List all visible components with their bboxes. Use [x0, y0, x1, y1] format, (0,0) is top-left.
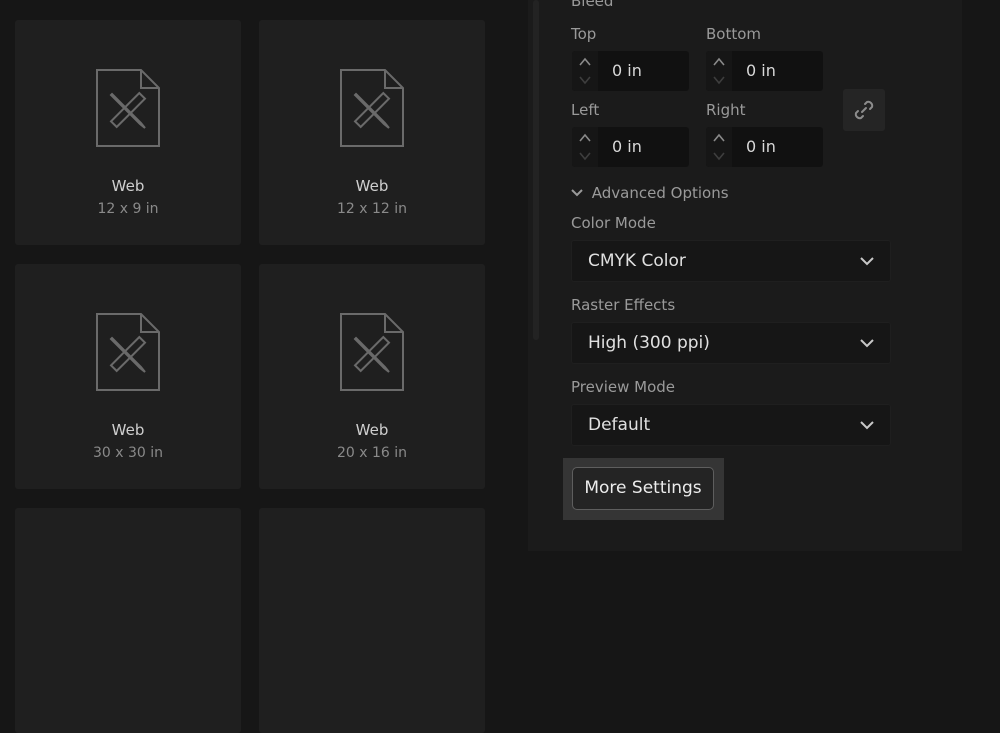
scrollbar-thumb[interactable] — [533, 0, 539, 340]
preset-size: 12 x 9 in — [97, 201, 159, 217]
raster-effects-select[interactable]: High (300 ppi) — [571, 322, 891, 364]
chevron-up-icon[interactable] — [579, 57, 591, 67]
link-bleed-button[interactable] — [843, 89, 885, 131]
advanced-options-toggle[interactable]: Advanced Options — [571, 184, 729, 202]
top-label: Top — [571, 25, 597, 43]
chevron-down-icon — [860, 339, 874, 348]
chevron-down-icon[interactable] — [713, 151, 725, 161]
color-mode-value: CMYK Color — [588, 251, 686, 271]
preset-name: Web — [111, 177, 145, 195]
preset-name: Web — [111, 421, 145, 439]
preset-name: Web — [355, 177, 389, 195]
chevron-up-icon[interactable] — [579, 133, 591, 143]
bleed-right-value[interactable]: 0 in — [746, 137, 776, 156]
stepper-arrows — [572, 127, 598, 167]
window-edge — [962, 0, 1000, 551]
more-settings-button[interactable]: More Settings — [572, 467, 714, 510]
document-icon — [96, 69, 160, 147]
color-mode-select[interactable]: CMYK Color — [571, 240, 891, 282]
advanced-options-label: Advanced Options — [591, 184, 729, 202]
bleed-top-stepper[interactable]: 0 in — [572, 51, 689, 91]
document-icon — [340, 69, 404, 147]
bleed-left-stepper[interactable]: 0 in — [572, 127, 689, 167]
right-label: Right — [706, 101, 746, 119]
preset-card[interactable] — [15, 508, 241, 733]
preset-card[interactable]: Web 30 x 30 in — [15, 264, 241, 489]
chevron-down-icon — [860, 257, 874, 266]
chevron-down-icon — [571, 189, 583, 197]
preset-card[interactable]: Web 12 x 12 in — [259, 20, 485, 245]
chevron-up-icon[interactable] — [713, 133, 725, 143]
preset-card[interactable]: Web 12 x 9 in — [15, 20, 241, 245]
preset-card[interactable]: Web 20 x 16 in — [259, 264, 485, 489]
chevron-up-icon[interactable] — [713, 57, 725, 67]
raster-effects-label: Raster Effects — [571, 296, 676, 314]
document-icon — [96, 313, 160, 391]
bleed-bottom-value[interactable]: 0 in — [746, 61, 776, 80]
preset-card[interactable] — [259, 508, 485, 733]
stepper-arrows — [572, 51, 598, 91]
bleed-top-value[interactable]: 0 in — [612, 61, 642, 80]
preset-size: 12 x 12 in — [336, 201, 408, 217]
color-mode-label: Color Mode — [571, 214, 656, 232]
preview-mode-value: Default — [588, 415, 651, 435]
chevron-down-icon — [860, 421, 874, 430]
preview-mode-select[interactable]: Default — [571, 404, 891, 446]
stepper-arrows — [706, 51, 732, 91]
chevron-down-icon[interactable] — [579, 151, 591, 161]
preset-size: 20 x 16 in — [336, 445, 408, 461]
bottom-label: Bottom — [706, 25, 762, 43]
bleed-right-stepper[interactable]: 0 in — [706, 127, 823, 167]
bleed-section-label: Bleed — [571, 0, 614, 10]
bleed-bottom-stepper[interactable]: 0 in — [706, 51, 823, 91]
presets-panel: Web 12 x 9 in Web 12 x 12 in Web 30 x 30… — [0, 0, 528, 733]
preset-size: 30 x 30 in — [92, 445, 164, 461]
preview-mode-label: Preview Mode — [571, 378, 676, 396]
chevron-down-icon[interactable] — [713, 75, 725, 85]
bleed-left-value[interactable]: 0 in — [612, 137, 642, 156]
preset-name: Web — [355, 421, 389, 439]
link-icon — [854, 100, 874, 120]
left-label: Left — [571, 101, 600, 119]
document-icon — [340, 313, 404, 391]
raster-effects-value: High (300 ppi) — [588, 333, 710, 353]
stepper-arrows — [706, 127, 732, 167]
chevron-down-icon[interactable] — [579, 75, 591, 85]
